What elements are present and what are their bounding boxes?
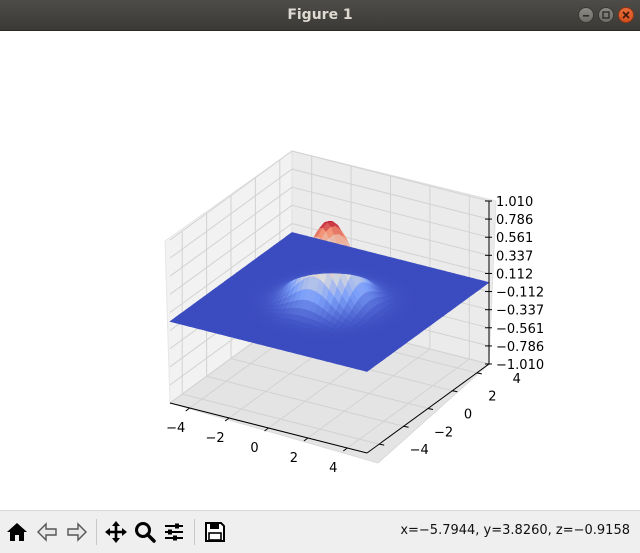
move-icon	[105, 521, 127, 543]
save-button[interactable]	[202, 519, 228, 545]
cursor-coordinates: x=−5.7944, y=3.8260, z=−0.9158	[400, 523, 630, 538]
navigation-toolbar: x=−5.7944, y=3.8260, z=−0.9158	[0, 510, 640, 553]
pan-button[interactable]	[103, 519, 129, 545]
y-tick-label: 0	[464, 408, 472, 423]
z-tick-label: −0.112	[496, 286, 544, 301]
y-tick-label: 2	[488, 390, 496, 405]
x-tick-label: −4	[166, 421, 185, 436]
x-tick-label: 4	[329, 461, 337, 476]
y-tick-label: −2	[434, 425, 453, 440]
minimize-button[interactable]	[578, 7, 594, 23]
title-bar[interactable]: Figure 1	[0, 0, 640, 31]
z-tick-label: 0.786	[496, 213, 533, 228]
magnifier-icon	[135, 522, 156, 543]
y-tick-label: 4	[513, 372, 521, 387]
sliders-icon	[165, 523, 183, 541]
maximize-button[interactable]	[598, 7, 614, 23]
forward-button[interactable]	[64, 519, 90, 545]
zoom-button[interactable]	[132, 519, 158, 545]
z-tick-label: 0.112	[496, 267, 533, 282]
arrow-left-icon	[37, 522, 57, 542]
close-icon	[622, 11, 630, 19]
plot-canvas[interactable]: −4 −2 0 2 4 −4 −2 0 2 4 1.010 0.786 0.561 0.337 0.112 −…	[0, 31, 640, 510]
z-tick-label: −1.010	[496, 358, 544, 373]
y-tick-label: −4	[410, 443, 429, 458]
z-tick-label: −0.786	[496, 340, 544, 355]
close-button[interactable]	[618, 7, 634, 23]
z-tick-label: 1.010	[496, 195, 533, 210]
z-tick-label: 0.561	[496, 231, 533, 246]
floppy-disk-icon	[205, 522, 225, 542]
home-icon	[7, 523, 27, 541]
x-tick-label: −2	[206, 431, 225, 446]
home-button[interactable]	[4, 519, 30, 545]
figure-window: Figure 1 −4 −2 0 2 4 −4 −2 0 2 4 1.010 0.786 0.561 0.…	[0, 0, 640, 553]
back-button[interactable]	[34, 519, 60, 545]
x-tick-label: 0	[250, 441, 258, 456]
z-tick-label: 0.337	[496, 249, 533, 264]
toolbar-separator	[96, 519, 97, 545]
z-tick-label: −0.561	[496, 322, 544, 337]
minimize-icon	[583, 15, 589, 17]
x-tick-label: 2	[290, 451, 298, 466]
maximize-icon	[602, 11, 610, 19]
configure-subplots-button[interactable]	[161, 519, 187, 545]
toolbar-separator	[194, 519, 195, 545]
window-title: Figure 1	[287, 7, 353, 23]
arrow-right-icon	[67, 522, 87, 542]
z-tick-label: −0.337	[496, 304, 544, 319]
3d-axes[interactable]: −4 −2 0 2 4 −4 −2 0 2 4 1.010 0.786 0.561 0.337 0.112 −…	[0, 31, 640, 510]
